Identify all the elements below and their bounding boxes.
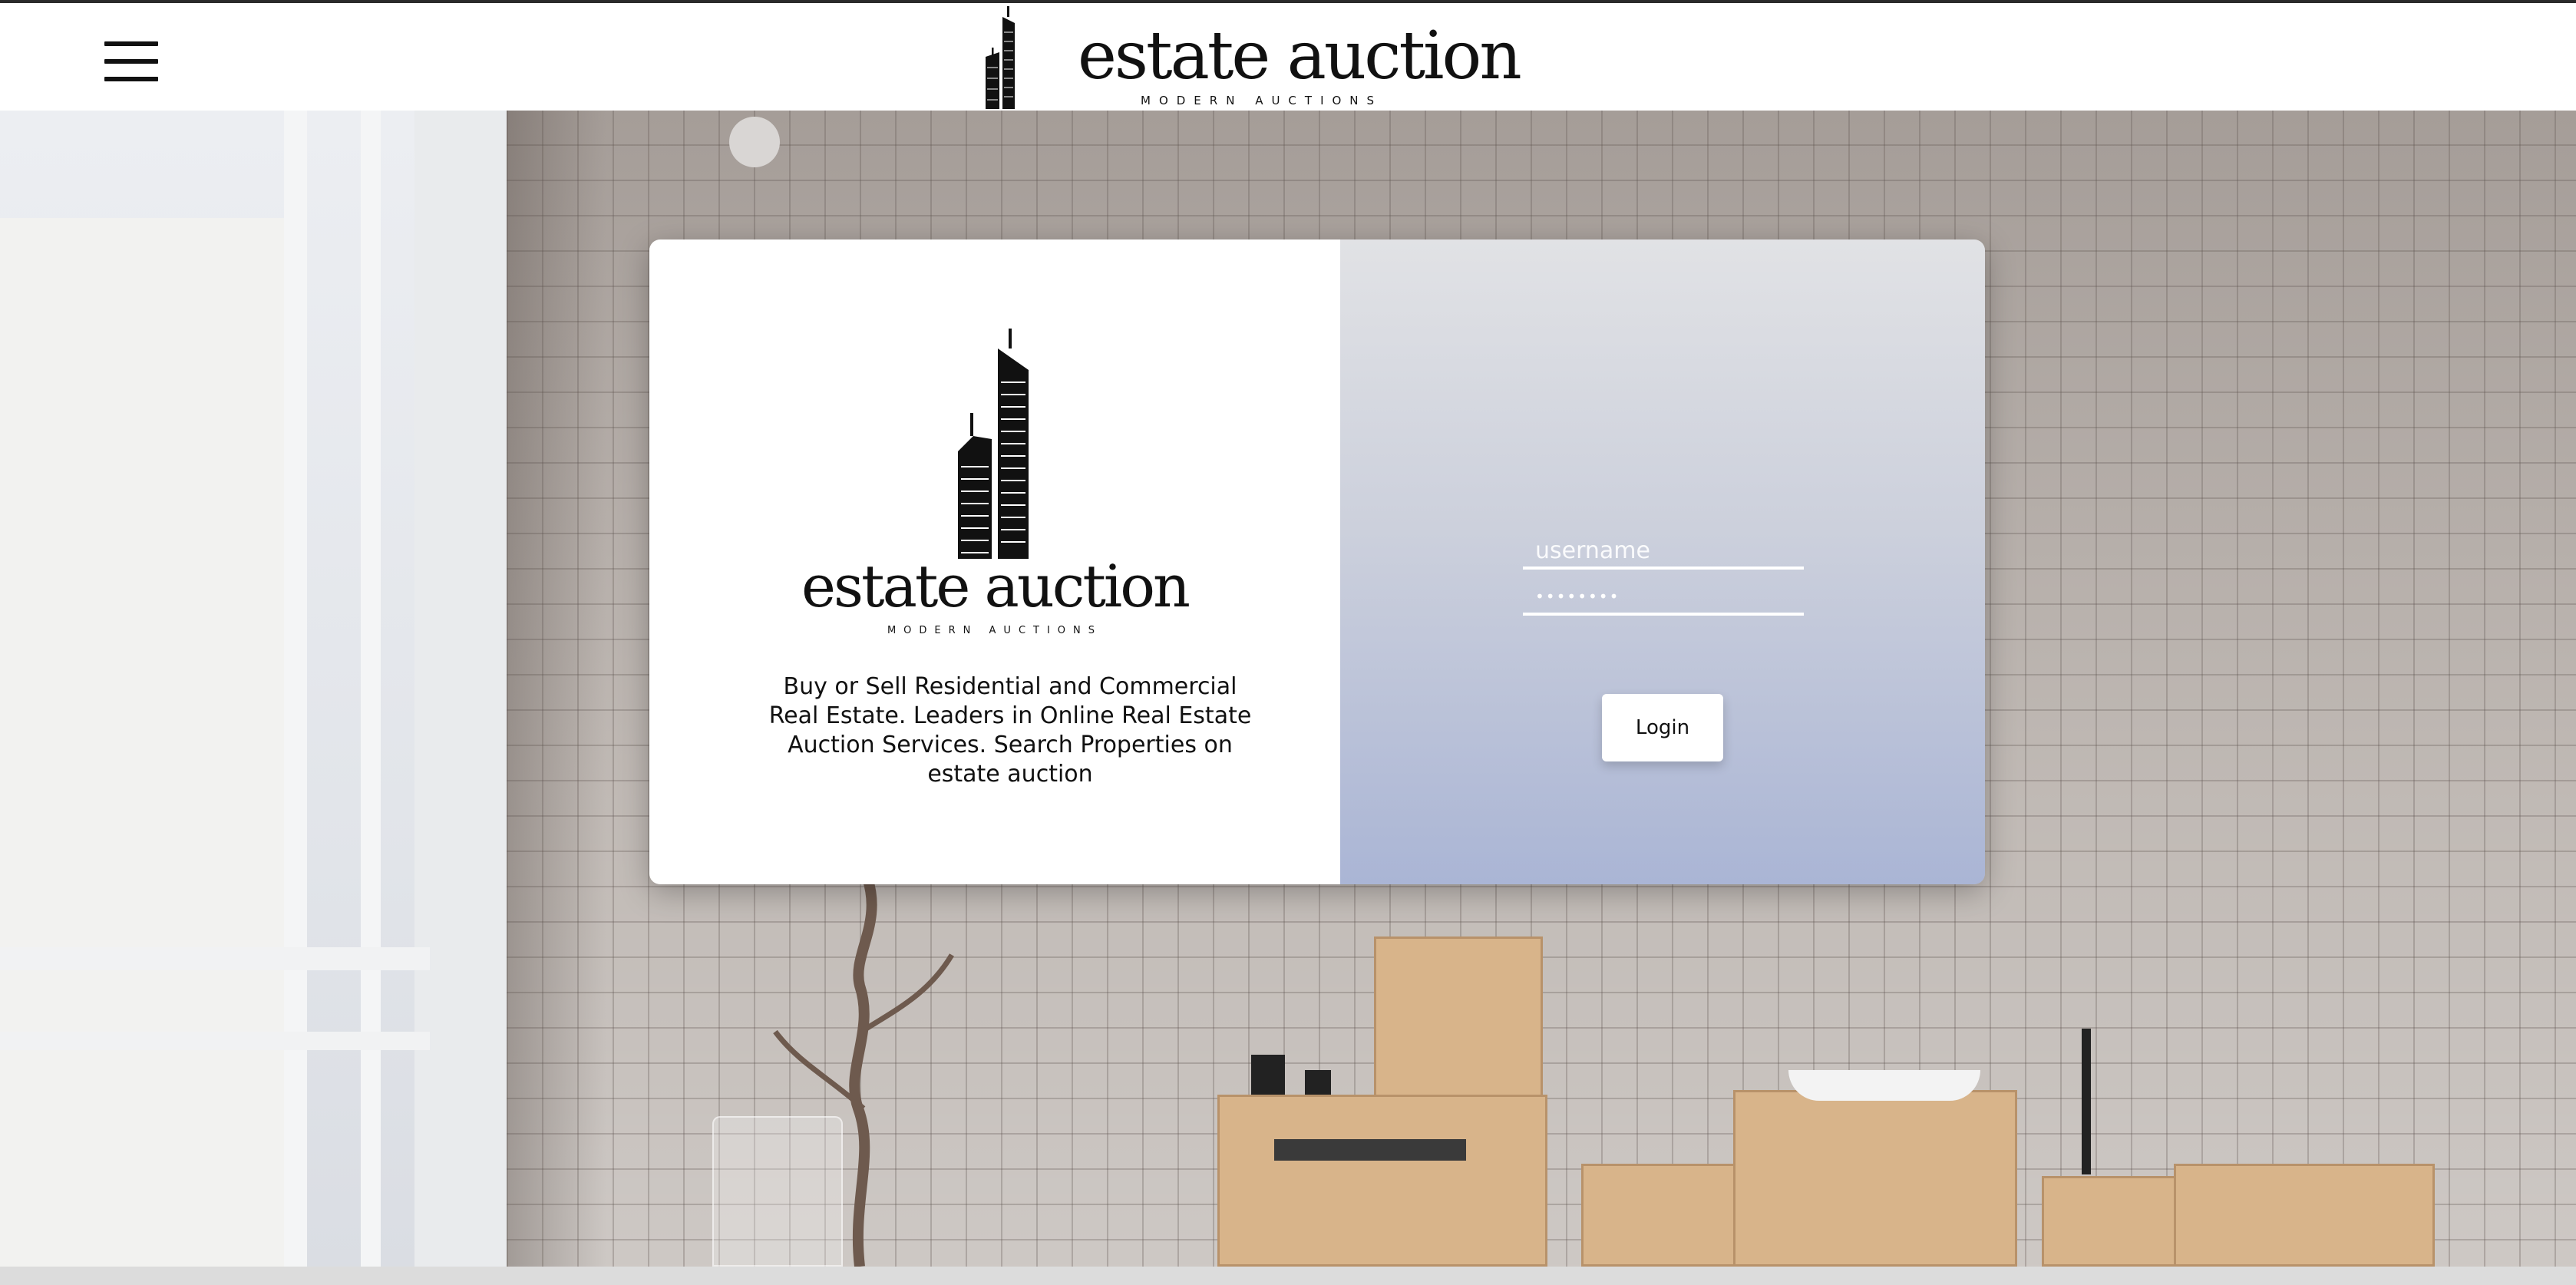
skyscraper-logo-icon <box>958 329 1029 559</box>
card-tagline: MODERN AUCTIONS <box>887 625 1103 636</box>
hourglass <box>1251 1055 1285 1095</box>
card-brand-name: estate auction <box>801 552 1191 620</box>
candle-holder <box>2082 1029 2091 1174</box>
login-card: estate auction MODERN AUCTIONS Buy or Se… <box>649 239 1985 884</box>
skyscraper-logo-icon <box>986 6 1015 109</box>
building-facade <box>0 218 299 1267</box>
header-logo[interactable]: estate auction MODERN AUCTIONS <box>979 6 1522 111</box>
books <box>1274 1139 1466 1161</box>
site-header: estate auction MODERN AUCTIONS <box>0 3 2576 111</box>
header-tagline: MODERN AUCTIONS <box>1141 94 1383 107</box>
login-button[interactable]: Login <box>1602 694 1723 761</box>
hamburger-menu-icon[interactable] <box>104 41 158 81</box>
bottom-bar <box>0 1267 2576 1285</box>
ceiling-lamp <box>729 117 780 167</box>
card-brand-panel: estate auction MODERN AUCTIONS Buy or Se… <box>649 239 1340 884</box>
speckled-bowl <box>1788 1070 1980 1101</box>
window-view <box>0 111 507 1267</box>
wooden-block <box>1374 936 1543 1105</box>
header-brand-name: estate auction <box>1078 18 1522 94</box>
login-panel: Login <box>1340 239 1985 884</box>
password-input[interactable] <box>1523 580 1804 616</box>
username-input[interactable] <box>1523 534 1804 570</box>
wooden-shelf <box>1217 1095 1547 1267</box>
glass-vase <box>712 1116 843 1267</box>
card-description: Buy or Sell Residential and Commercial R… <box>768 673 1252 788</box>
